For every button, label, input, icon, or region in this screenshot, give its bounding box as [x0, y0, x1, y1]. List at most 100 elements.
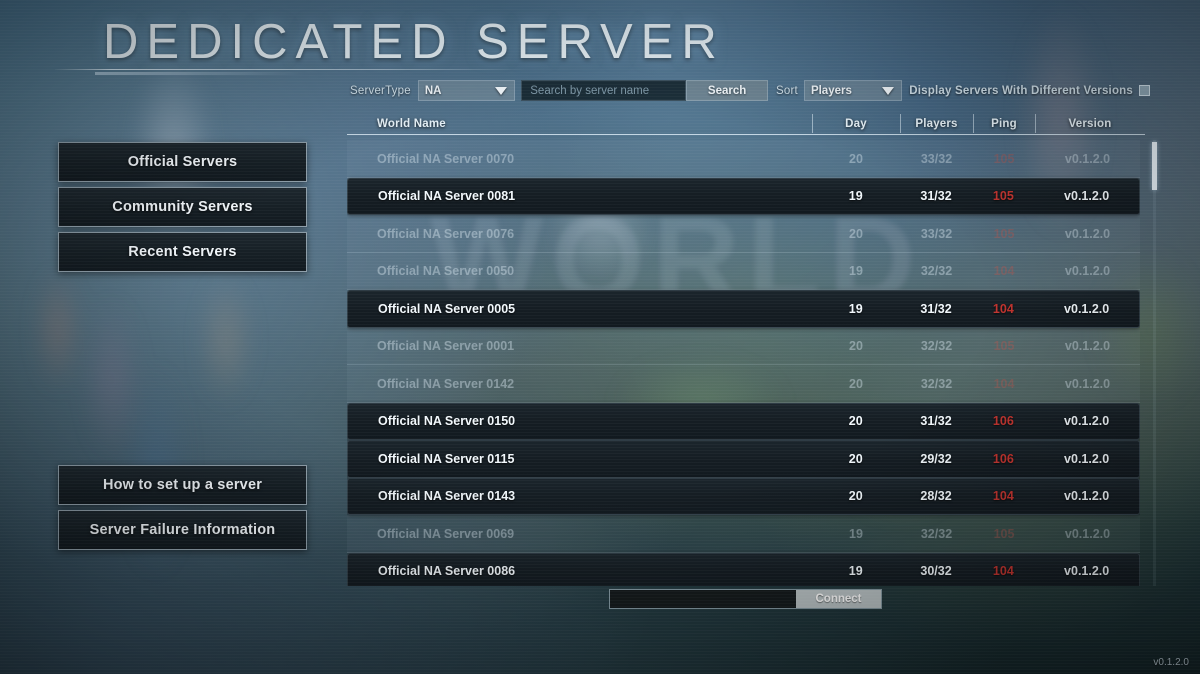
server-list[interactable]: Official NA Server 0070 20 33/32 105 v0.1.2.…	[347, 140, 1140, 586]
sort-label: Sort	[776, 84, 798, 97]
cell-name: Official NA Server 0086	[378, 564, 516, 579]
cell-name: Official NA Server 0150	[378, 414, 516, 429]
app-version-label: v0.1.2.0	[1153, 657, 1189, 668]
cell-ping: 105	[992, 189, 1014, 204]
cell-version: v0.1.2.0	[1064, 151, 1111, 166]
different-versions-checkbox[interactable]	[1139, 85, 1150, 96]
cell-version: v0.1.2.0	[1064, 376, 1111, 391]
table-row[interactable]: Official NA Server 0076 20 33/32 105 v0.1.2.…	[347, 215, 1140, 253]
cell-ping: 105	[993, 526, 1015, 541]
cell-day: 19	[848, 564, 863, 579]
cell-version: v0.1.2.0	[1064, 339, 1111, 354]
cell-day: 20	[849, 339, 863, 354]
title-divider	[55, 69, 525, 70]
column-header-world-name[interactable]: World Name	[347, 113, 812, 135]
table-row[interactable]: Official NA Server 0070 20 33/32 105 v0.1.2.…	[347, 140, 1140, 178]
table-row[interactable]: Official NA Server 0001 20 32/32 105 v0.1.2.…	[347, 327, 1140, 365]
cell-name: Official NA Server 0081	[378, 189, 516, 204]
server-list-scrollbar-thumb[interactable]	[1152, 142, 1157, 190]
search-placeholder: Search by server name	[530, 84, 650, 97]
cell-day: 20	[848, 414, 863, 429]
cell-day: 20	[849, 376, 863, 391]
sidebar-item-official-servers[interactable]: Official Servers	[58, 142, 307, 182]
cell-version: v0.1.2.0	[1064, 264, 1111, 279]
cell-ping: 104	[993, 264, 1015, 279]
cell-day: 19	[849, 264, 863, 279]
connect-button[interactable]: Connect	[796, 590, 881, 608]
different-versions-label: Display Servers With Different Versions	[909, 84, 1133, 97]
table-row[interactable]: Official NA Server 0069 19 32/32 105 v0.1.2.…	[347, 515, 1140, 553]
cell-day: 19	[849, 526, 863, 541]
cell-players: 31/32	[920, 301, 952, 316]
sidebar-item-server-failure-information[interactable]: Server Failure Information	[58, 510, 307, 550]
cell-ping: 106	[992, 451, 1014, 466]
page-title: DEDICATED SERVER	[103, 15, 725, 69]
table-row[interactable]: Official NA Server 0005 19 31/32 104 v0.1.2.…	[347, 290, 1140, 328]
sidebar-item-recent-servers[interactable]: Recent Servers	[58, 232, 307, 272]
cell-name: Official NA Server 0069	[377, 526, 515, 541]
search-input[interactable]: Search by server name	[521, 80, 687, 101]
cell-day: 20	[849, 151, 863, 166]
sidebar-item-how-to-set-up-a-server[interactable]: How to set up a server	[58, 465, 307, 505]
filter-toolbar: ServerType NA Search by server name Sear…	[350, 80, 1150, 101]
cell-day: 20	[849, 226, 863, 241]
cell-ping: 104	[993, 376, 1015, 391]
cell-ping: 106	[992, 414, 1014, 429]
table-header: World Name Day Players Ping Version	[347, 113, 1145, 135]
table-row[interactable]: Official NA Server 0050 19 32/32 104 v0.1.2.…	[347, 252, 1140, 290]
sidebar-item-community-servers[interactable]: Community Servers	[58, 187, 307, 227]
dedicated-server-screen: WORLD DEDICATED SERVER ServerType NA Sea…	[0, 0, 1200, 674]
column-header-version[interactable]: Version	[1035, 113, 1145, 135]
server-type-dropdown[interactable]: NA	[417, 80, 516, 101]
cell-version: v0.1.2.0	[1064, 226, 1111, 241]
cell-ping: 105	[993, 151, 1015, 166]
cell-version: v0.1.2.0	[1064, 489, 1110, 504]
cell-players: 32/32	[920, 339, 953, 354]
cell-version: v0.1.2.0	[1064, 451, 1110, 466]
cell-players: 32/32	[920, 264, 953, 279]
column-header-day[interactable]: Day	[812, 113, 900, 135]
cell-players: 32/32	[920, 526, 953, 541]
table-row[interactable]: Official NA Server 0115 20 29/32 106 v0.1.2.…	[347, 440, 1140, 478]
server-type-value: NA	[424, 84, 442, 97]
cell-players: 33/32	[920, 151, 953, 166]
cell-players: 29/32	[920, 451, 952, 466]
table-row[interactable]: Official NA Server 0142 20 32/32 104 v0.1.2.…	[347, 365, 1140, 403]
cell-ping: 105	[993, 226, 1015, 241]
cell-players: 31/32	[920, 189, 952, 204]
cell-version: v0.1.2.0	[1064, 189, 1110, 204]
cell-players: 31/32	[920, 414, 952, 429]
connect-address-input[interactable]	[610, 590, 796, 608]
cell-ping: 105	[993, 339, 1015, 354]
cell-ping: 104	[992, 301, 1014, 316]
cell-day: 20	[848, 451, 863, 466]
cell-name: Official NA Server 0070	[377, 151, 515, 166]
table-row[interactable]: Official NA Server 0086 19 30/32 104 v0.1.2.…	[347, 552, 1140, 586]
column-header-ping[interactable]: Ping	[973, 113, 1035, 135]
cell-name: Official NA Server 0142	[377, 376, 515, 391]
table-row[interactable]: Official NA Server 0081 19 31/32 105 v0.1.2.…	[347, 177, 1140, 215]
cell-players: 28/32	[920, 489, 952, 504]
connect-bar: Connect	[609, 589, 882, 609]
table-row[interactable]: Official NA Server 0143 20 28/32 104 v0.1.2.…	[347, 477, 1140, 515]
cell-version: v0.1.2.0	[1064, 564, 1110, 579]
cell-version: v0.1.2.0	[1064, 414, 1110, 429]
cell-name: Official NA Server 0005	[378, 301, 516, 316]
cell-ping: 104	[992, 564, 1014, 579]
cell-version: v0.1.2.0	[1064, 301, 1110, 316]
cell-players: 32/32	[920, 376, 953, 391]
column-header-players[interactable]: Players	[900, 113, 973, 135]
server-type-label: ServerType	[350, 84, 411, 97]
search-button[interactable]: Search	[686, 80, 769, 101]
cell-ping: 104	[992, 489, 1014, 504]
table-row[interactable]: Official NA Server 0150 20 31/32 106 v0.1.2.…	[347, 402, 1140, 440]
server-list-scrollbar-track[interactable]	[1153, 140, 1156, 586]
cell-name: Official NA Server 0050	[377, 264, 515, 279]
chevron-down-icon	[495, 86, 508, 95]
cell-name: Official NA Server 0115	[378, 451, 515, 466]
chevron-down-icon	[882, 86, 895, 95]
cell-players: 30/32	[920, 564, 952, 579]
cell-day: 19	[848, 301, 863, 316]
sort-dropdown[interactable]: Players	[803, 80, 903, 101]
cell-version: v0.1.2.0	[1064, 526, 1111, 541]
